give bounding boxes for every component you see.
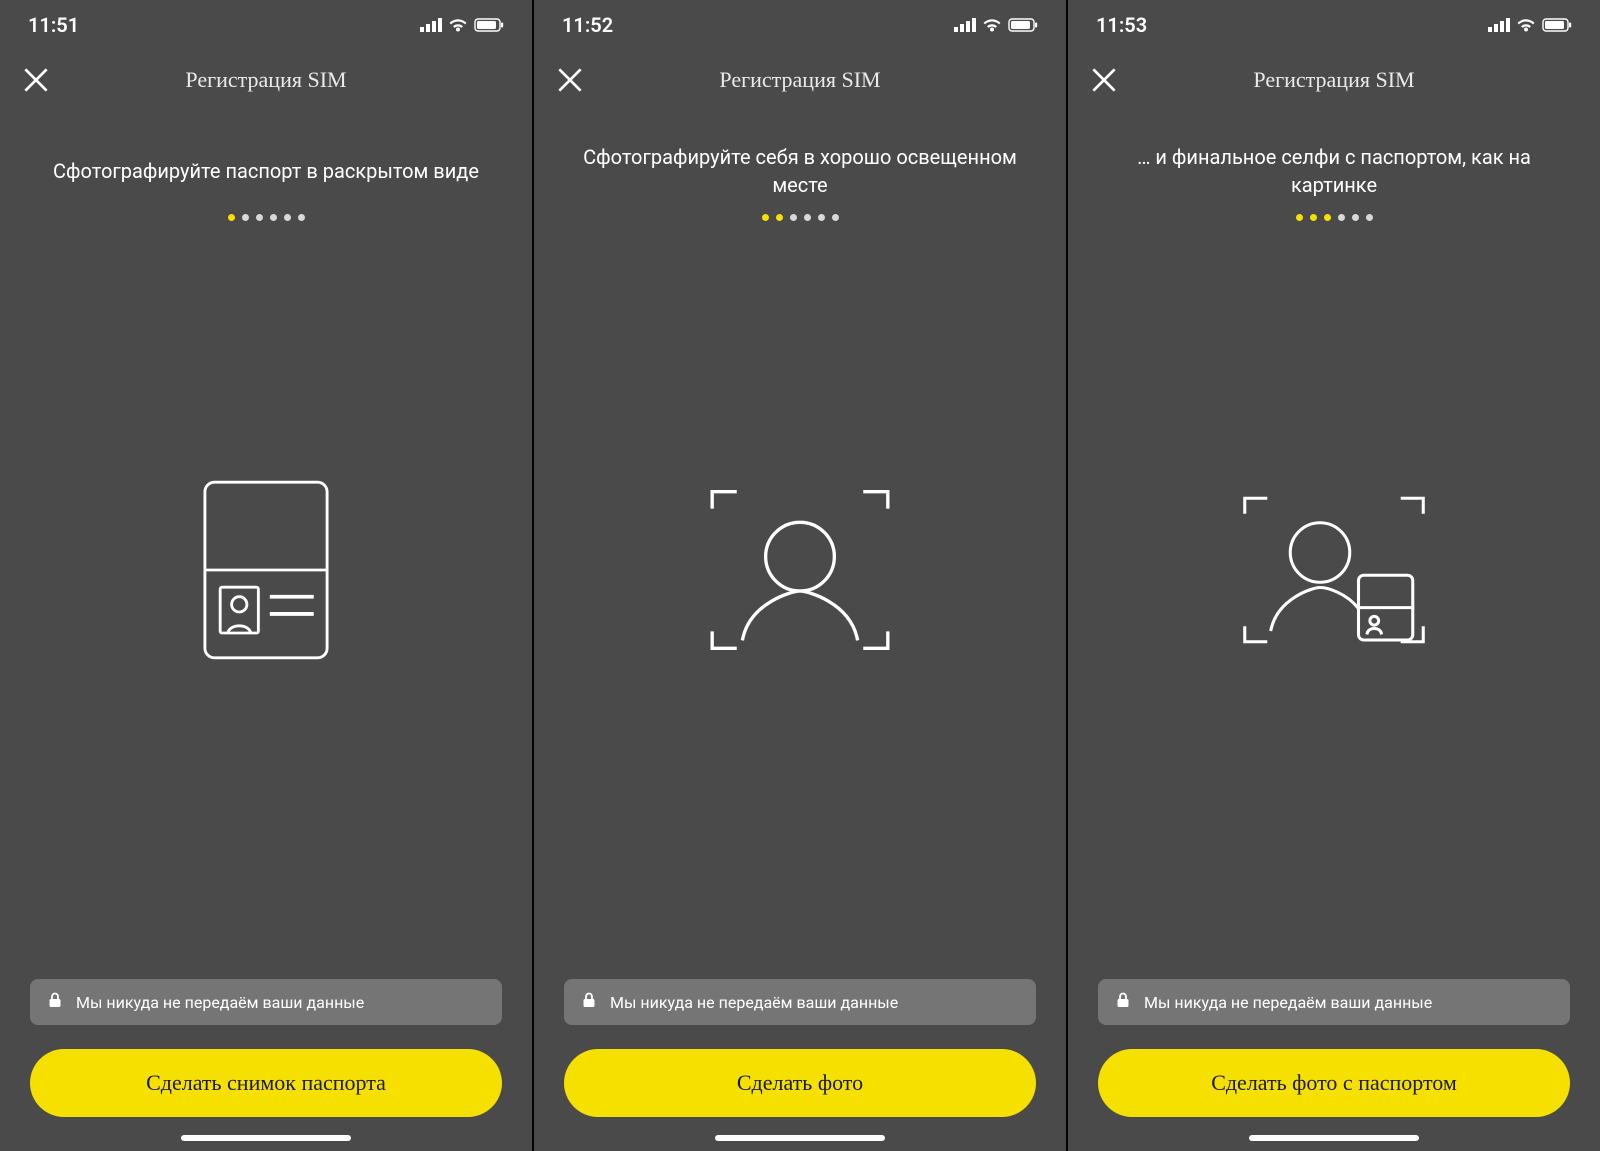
status-bar: 11:51! <box>0 0 532 50</box>
status-time: 11:52 <box>562 13 613 37</box>
progress-dot <box>818 214 825 221</box>
progress-dot <box>298 214 305 221</box>
lock-icon <box>1116 992 1130 1012</box>
screen-2: 11:52! Регистрация SIM Сфотографируйте себ… <box>534 0 1068 1151</box>
status-bar: 11:53! <box>1068 0 1600 50</box>
header: Регистрация SIM <box>534 50 1066 110</box>
lock-icon <box>48 992 62 1012</box>
progress-dot <box>832 214 839 221</box>
close-button[interactable] <box>1088 64 1120 96</box>
passport-icon <box>0 221 532 979</box>
wifi-icon <box>1516 18 1536 32</box>
progress-dot <box>790 214 797 221</box>
instruction-text: Сфотографируйте себя в хорошо освещенном… <box>534 142 1066 200</box>
primary-action-button[interactable]: Сделать снимок паспорта <box>30 1049 502 1117</box>
bottom-area: Мы никуда не передаём ваши данные Сделать… <box>0 979 532 1151</box>
progress-dot <box>228 214 235 221</box>
progress-dot <box>1310 214 1317 221</box>
primary-action-button[interactable]: Сделать фото с паспортом <box>1098 1049 1570 1117</box>
privacy-text: Мы никуда не передаём ваши данные <box>76 993 364 1012</box>
progress-dot <box>1338 214 1345 221</box>
privacy-notice: Мы никуда не передаём ваши данные <box>1098 979 1570 1025</box>
status-bar: 11:52! <box>534 0 1066 50</box>
page-title: Регистрация SIM <box>1253 67 1414 93</box>
progress-dots <box>0 214 532 221</box>
status-time: 11:51 <box>28 13 79 37</box>
status-time: 11:53 <box>1096 13 1147 37</box>
header: Регистрация SIM <box>1068 50 1600 110</box>
page-title: Регистрация SIM <box>719 67 880 93</box>
bottom-area: Мы никуда не передаём ваши данные Сделать… <box>1068 979 1600 1151</box>
wifi-icon <box>448 18 468 32</box>
signal-icon: ! <box>1488 18 1510 32</box>
progress-dot <box>1352 214 1359 221</box>
lock-icon <box>582 992 596 1012</box>
progress-dots <box>1068 214 1600 221</box>
status-indicators: ! <box>954 18 1038 32</box>
status-indicators: ! <box>1488 18 1572 32</box>
progress-dots <box>534 214 1066 221</box>
screen-3: 11:53! Регистрация SIM … и финальное селфи… <box>1068 0 1600 1151</box>
home-indicator[interactable] <box>715 1135 885 1141</box>
signal-icon: ! <box>954 18 976 32</box>
progress-dot <box>776 214 783 221</box>
progress-dot <box>762 214 769 221</box>
header: Регистрация SIM <box>0 50 532 110</box>
signal-icon: ! <box>420 18 442 32</box>
progress-dot <box>284 214 291 221</box>
close-icon <box>1088 81 1120 100</box>
selfie-icon <box>534 221 1066 979</box>
close-button[interactable] <box>554 64 586 96</box>
privacy-text: Мы никуда не передаём ваши данные <box>1144 993 1432 1012</box>
progress-dot <box>1366 214 1373 221</box>
home-indicator[interactable] <box>181 1135 351 1141</box>
battery-icon <box>474 18 504 32</box>
privacy-notice: Мы никуда не передаём ваши данные <box>564 979 1036 1025</box>
progress-dot <box>1296 214 1303 221</box>
screen-1: 11:51! Регистрация SIM Сфотографируйте пас… <box>0 0 534 1151</box>
instruction-text: … и финальное селфи с паспортом, как на … <box>1068 142 1600 200</box>
wifi-icon <box>982 18 1002 32</box>
primary-action-button[interactable]: Сделать фото <box>564 1049 1036 1117</box>
battery-icon <box>1542 18 1572 32</box>
page-title: Регистрация SIM <box>185 67 346 93</box>
status-indicators: ! <box>420 18 504 32</box>
close-button[interactable] <box>20 64 52 96</box>
bottom-area: Мы никуда не передаём ваши данные Сделать… <box>534 979 1066 1151</box>
progress-dot <box>270 214 277 221</box>
battery-icon <box>1008 18 1038 32</box>
close-icon <box>20 81 52 100</box>
privacy-notice: Мы никуда не передаём ваши данные <box>30 979 502 1025</box>
progress-dot <box>1324 214 1331 221</box>
close-icon <box>554 81 586 100</box>
selfie-with-passport-icon <box>1068 221 1600 979</box>
progress-dot <box>242 214 249 221</box>
privacy-text: Мы никуда не передаём ваши данные <box>610 993 898 1012</box>
home-indicator[interactable] <box>1249 1135 1419 1141</box>
progress-dot <box>804 214 811 221</box>
instruction-text: Сфотографируйте паспорт в раскрытом виде <box>0 142 532 200</box>
progress-dot <box>256 214 263 221</box>
